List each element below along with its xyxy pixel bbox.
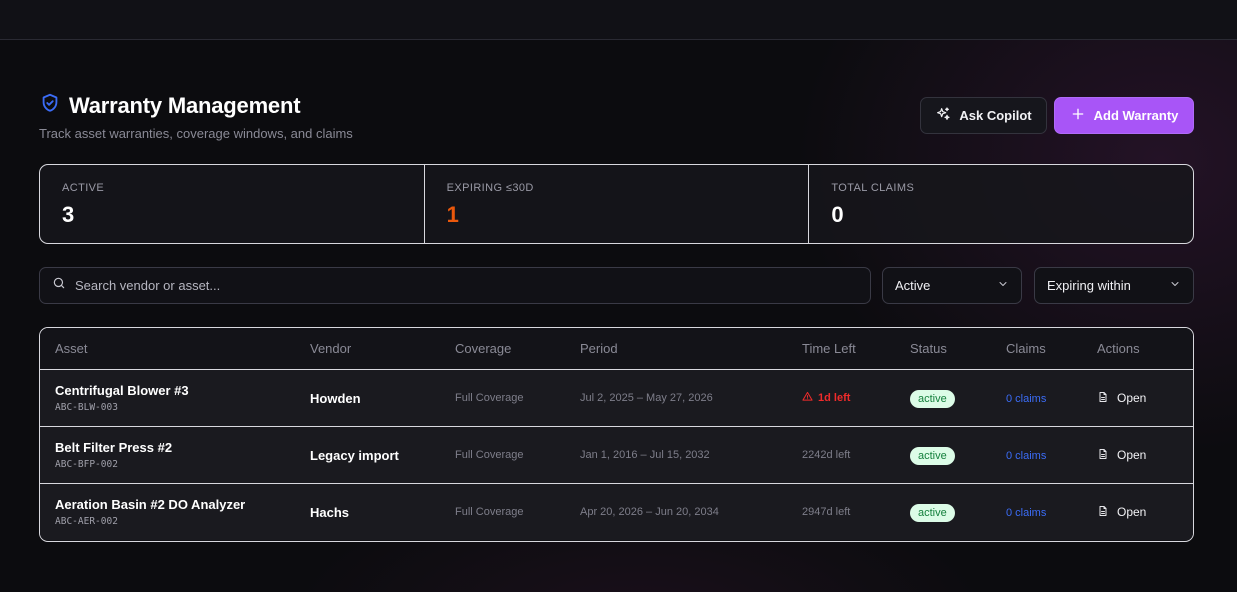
file-icon (1097, 391, 1109, 406)
search-input[interactable] (75, 278, 835, 293)
period-cell: Jan 1, 2016 – Jul 15, 2032 (580, 449, 710, 461)
claims-cell: 0 claims (1006, 389, 1097, 407)
column-header-vendor: Vendor (310, 341, 352, 356)
stat-value: 1 (446, 202, 459, 227)
column-header-time-left: Time Left (802, 341, 856, 356)
column-header-period: Period (580, 341, 618, 356)
add-warranty-label: Add Warranty (1093, 108, 1179, 123)
period-cell: Jul 2, 2025 – May 27, 2026 (580, 392, 713, 404)
stat-value: 3 (62, 202, 75, 227)
actions-cell: Open (1097, 391, 1177, 406)
open-label: Open (1117, 505, 1147, 519)
coverage-cell: Full Coverage (455, 506, 524, 518)
stat-expiring: EXPIRING ≤30D 1 (425, 165, 810, 243)
sparkles-icon (935, 106, 951, 125)
stat-total-claims: TOTAL CLAIMS 0 (809, 165, 1193, 243)
status-badge: active (910, 446, 955, 465)
open-label: Open (1117, 391, 1147, 405)
stat-value: 0 (831, 202, 844, 227)
claims-cell: 0 claims (1006, 446, 1097, 464)
status-cell: active (910, 503, 1006, 522)
asset-name: Aeration Basin #2 DO Analyzer (55, 497, 246, 512)
period-cell: Apr 20, 2026 – Jun 20, 2034 (580, 506, 719, 518)
status-filter-value: Active (895, 278, 931, 293)
table-row[interactable]: Aeration Basin #2 DO Analyzer ABC-AER-00… (40, 484, 1193, 540)
column-header-asset: Asset (55, 341, 88, 356)
asset-cell: Aeration Basin #2 DO Analyzer ABC-AER-00… (40, 497, 310, 527)
stat-active: ACTIVE 3 (40, 165, 425, 243)
stat-label: ACTIVE (62, 182, 105, 194)
status-badge: active (910, 503, 955, 522)
time-left-cell: 2242d left (802, 449, 851, 461)
claims-link[interactable]: 0 claims (1006, 393, 1046, 405)
status-badge: active (910, 389, 955, 408)
vendor-cell: Hachs (310, 504, 350, 520)
time-left-urgent: 1d left (802, 391, 910, 405)
expiring-filter-value: Expiring within (1047, 278, 1131, 293)
coverage-cell: Full Coverage (455, 449, 524, 461)
table-row[interactable]: Belt Filter Press #2 ABC-BFP-002 Legacy … (40, 427, 1193, 484)
chevron-down-icon (1169, 278, 1181, 293)
search-icon (52, 276, 66, 295)
column-header-status: Status (910, 341, 947, 356)
asset-code: ABC-BLW-003 (55, 402, 118, 413)
column-header-coverage: Coverage (455, 341, 512, 356)
page-title: Warranty Management (69, 92, 301, 118)
warning-icon (802, 391, 813, 405)
file-icon (1097, 448, 1109, 463)
stat-label: EXPIRING ≤30D (446, 182, 534, 194)
expiring-filter-select[interactable]: Expiring within (1034, 267, 1194, 304)
ask-copilot-label: Ask Copilot (959, 108, 1032, 123)
asset-name: Belt Filter Press #2 (55, 440, 173, 455)
open-button[interactable]: Open (1097, 448, 1177, 463)
time-left-cell: 1d left (802, 391, 910, 405)
actions-cell: Open (1097, 448, 1177, 463)
status-filter-select[interactable]: Active (882, 267, 1022, 304)
asset-cell: Belt Filter Press #2 ABC-BFP-002 (40, 440, 310, 470)
time-left-cell: 2947d left (802, 506, 851, 518)
time-left-value: 1d left (818, 392, 851, 404)
column-header-actions: Actions (1097, 341, 1140, 356)
asset-cell: Centrifugal Blower #3 ABC-BLW-003 (40, 383, 310, 413)
add-warranty-button[interactable]: Add Warranty (1054, 97, 1194, 134)
open-label: Open (1117, 448, 1147, 462)
claims-link[interactable]: 0 claims (1006, 450, 1046, 462)
plus-icon (1070, 106, 1086, 125)
status-cell: active (910, 389, 1006, 408)
claims-cell: 0 claims (1006, 503, 1097, 521)
page-header: Warranty Management Track asset warranti… (39, 92, 1194, 142)
column-header-claims: Claims (1006, 341, 1046, 356)
asset-code: ABC-AER-002 (55, 516, 118, 527)
ask-copilot-button[interactable]: Ask Copilot (920, 97, 1047, 134)
vendor-cell: Legacy import (310, 447, 399, 463)
top-bar (0, 0, 1237, 40)
table-row[interactable]: Centrifugal Blower #3 ABC-BLW-003 Howden… (40, 370, 1193, 427)
shield-icon (39, 92, 61, 119)
stats-panel: ACTIVE 3 EXPIRING ≤30D 1 TOTAL CLAIMS 0 (39, 164, 1194, 244)
vendor-cell: Howden (310, 390, 361, 406)
coverage-cell: Full Coverage (455, 392, 524, 404)
asset-name: Centrifugal Blower #3 (55, 383, 189, 398)
asset-code: ABC-BFP-002 (55, 459, 118, 470)
open-button[interactable]: Open (1097, 391, 1177, 406)
file-icon (1097, 505, 1109, 520)
stat-label: TOTAL CLAIMS (831, 182, 915, 194)
status-cell: active (910, 446, 1006, 465)
table-header: Asset Vendor Coverage Period Time Left S… (40, 328, 1193, 370)
claims-link[interactable]: 0 claims (1006, 507, 1046, 519)
search-box (39, 267, 871, 304)
open-button[interactable]: Open (1097, 505, 1177, 520)
actions-cell: Open (1097, 505, 1177, 520)
chevron-down-icon (997, 278, 1009, 293)
warranty-table: Asset Vendor Coverage Period Time Left S… (39, 327, 1194, 542)
